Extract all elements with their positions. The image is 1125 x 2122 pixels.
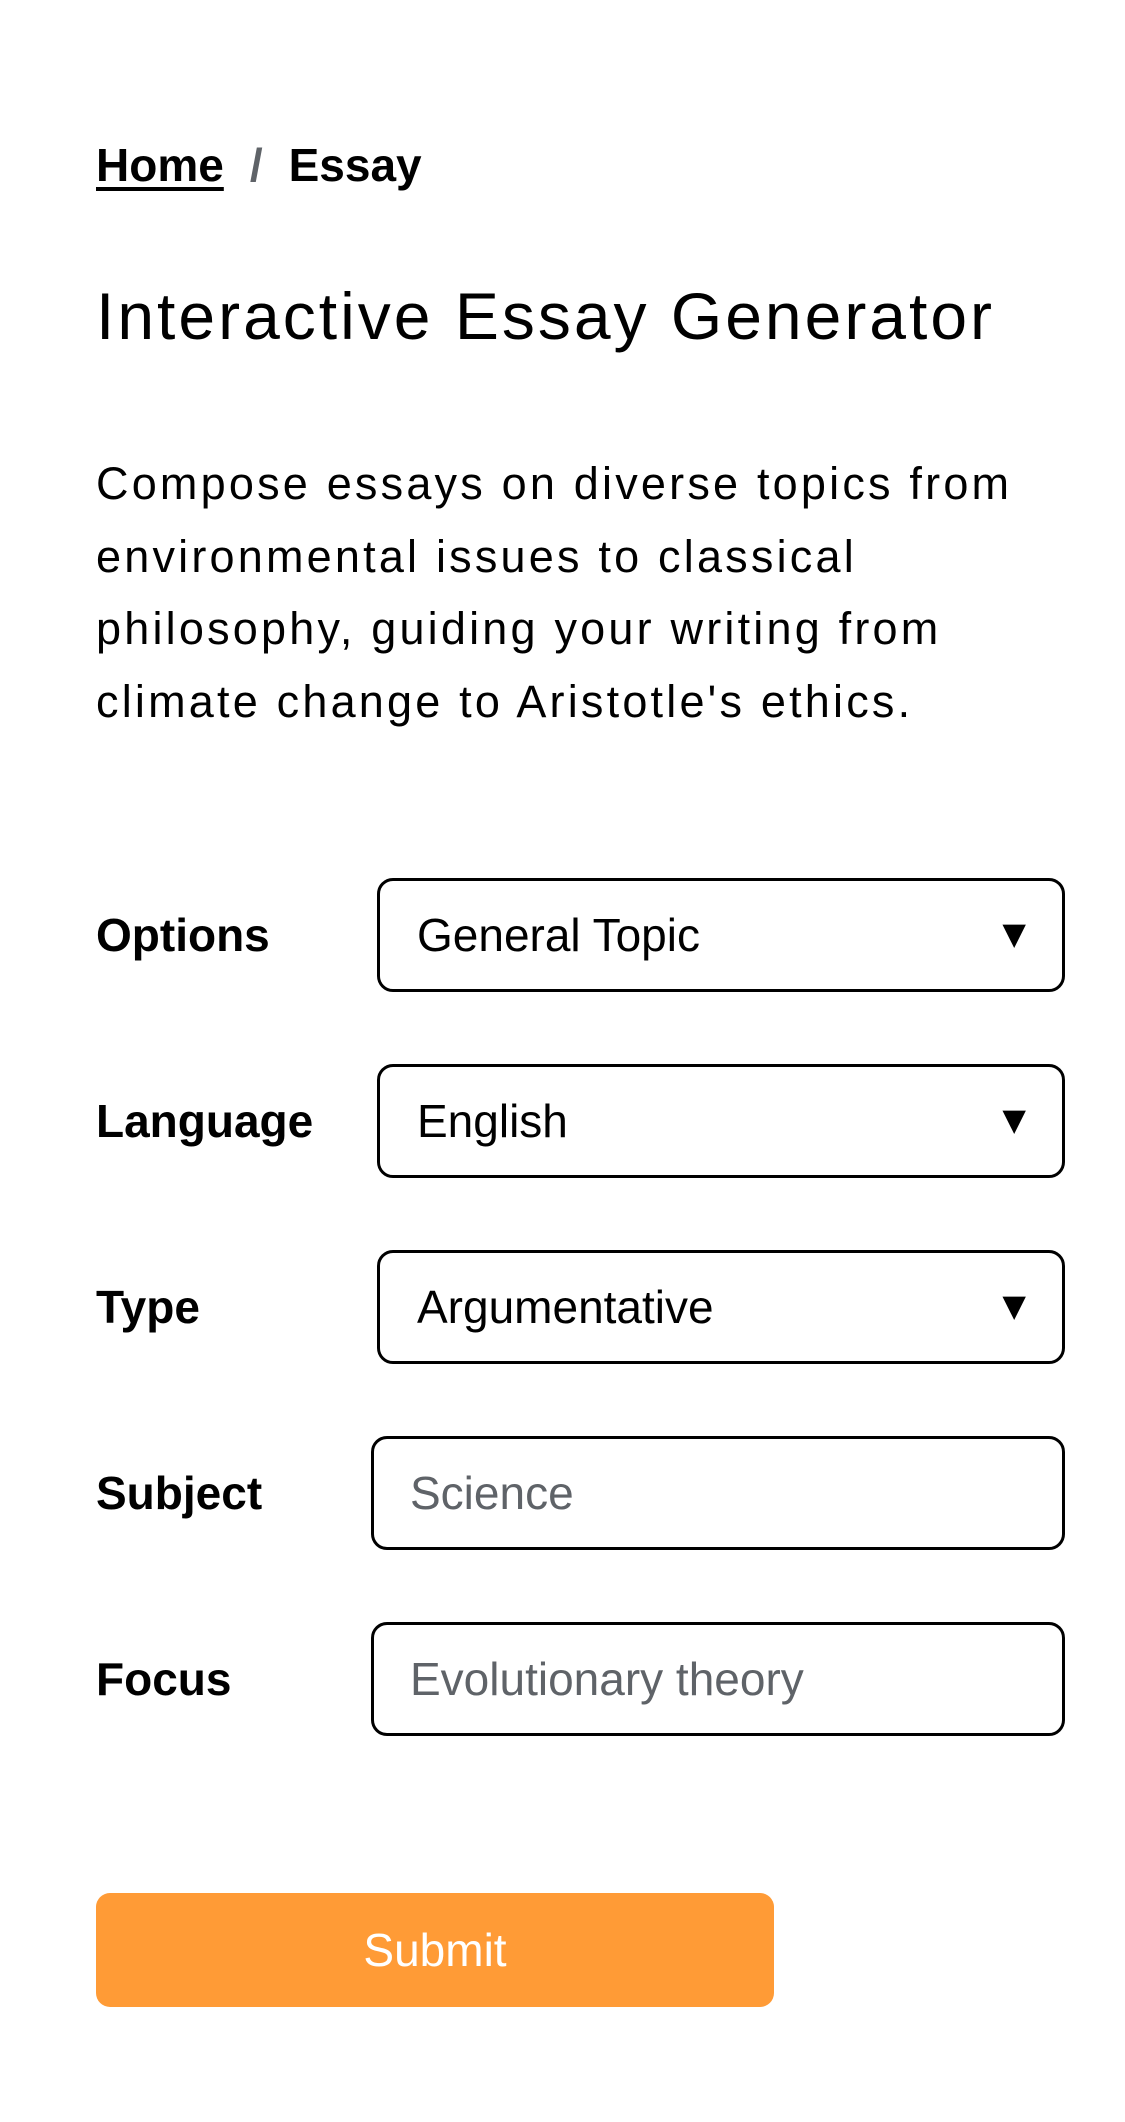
type-row: Type Argumentative ▼ [96,1250,1065,1364]
language-select[interactable]: English ▼ [377,1064,1065,1178]
options-label: Options [96,909,270,961]
breadcrumb: Home / Essay [96,138,422,192]
breadcrumb-separator: / [249,139,263,191]
submit-button[interactable]: Submit [96,1893,774,2007]
breadcrumb-current: Essay [288,139,422,191]
options-select[interactable]: General Topic ▼ [377,878,1065,992]
focus-label: Focus [96,1653,232,1705]
chevron-down-icon: ▼ [994,912,1034,957]
options-selected-value: General Topic [417,909,700,961]
type-select[interactable]: Argumentative ▼ [377,1250,1065,1364]
type-selected-value: Argumentative [417,1281,714,1333]
page-title: Interactive Essay Generator [96,279,996,353]
focus-row: Focus [96,1622,1065,1736]
chevron-down-icon: ▼ [994,1098,1034,1143]
chevron-down-icon: ▼ [994,1284,1034,1329]
options-row: Options General Topic ▼ [96,878,1065,992]
language-row: Language English ▼ [96,1064,1065,1178]
page-description: Compose essays on diverse topics from en… [96,458,1013,727]
language-selected-value: English [417,1095,568,1147]
focus-input[interactable] [371,1622,1065,1736]
breadcrumb-home-link[interactable]: Home [96,138,224,192]
language-label: Language [96,1095,314,1147]
subject-label: Subject [96,1467,263,1519]
subject-row: Subject [96,1436,1065,1550]
subject-input[interactable] [371,1436,1065,1550]
type-label: Type [96,1281,200,1333]
